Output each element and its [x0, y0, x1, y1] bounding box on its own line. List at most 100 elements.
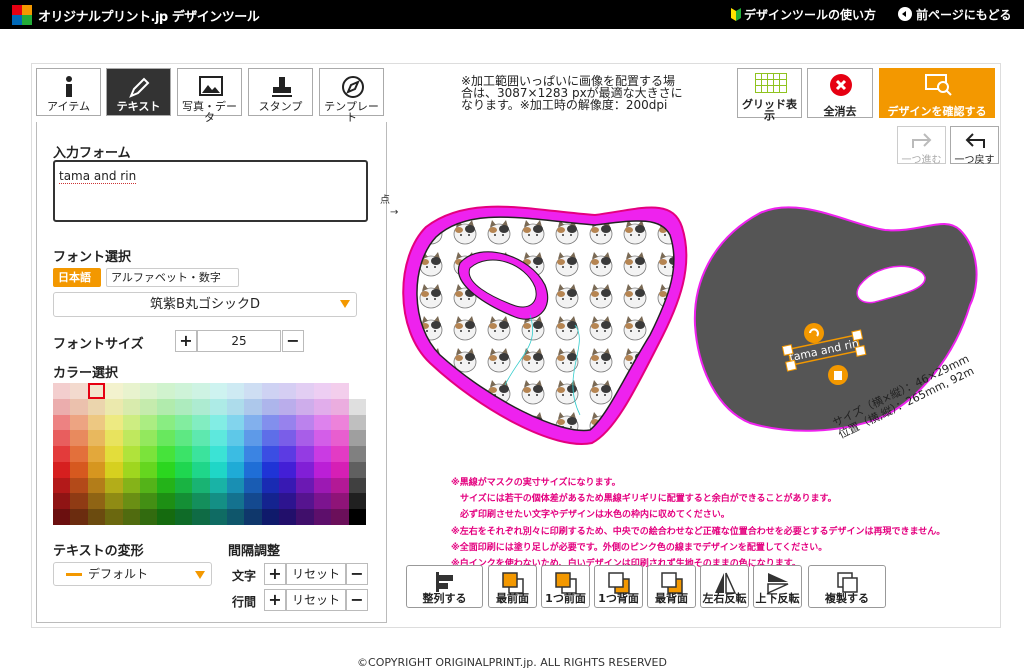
color-swatch[interactable] [70, 446, 89, 463]
color-swatch[interactable] [192, 383, 210, 400]
flip-vertical-button[interactable]: 上下反転 [753, 565, 802, 608]
tab-stamp[interactable]: スタンプ [248, 68, 313, 116]
color-swatch[interactable] [174, 446, 193, 463]
color-swatch[interactable] [279, 446, 297, 463]
color-swatch[interactable] [244, 461, 263, 479]
color-swatch[interactable] [139, 493, 158, 510]
color-swatch[interactable] [244, 493, 263, 510]
color-swatch[interactable] [296, 477, 315, 494]
color-swatch[interactable] [296, 398, 315, 416]
color-swatch[interactable] [174, 461, 193, 479]
color-swatch[interactable] [122, 477, 141, 494]
color-swatch[interactable] [296, 383, 315, 400]
color-swatch[interactable] [261, 461, 280, 479]
color-swatch[interactable] [261, 446, 280, 463]
design-canvas[interactable]: 点 → tama and rin サイズ（横×縦）：46×29mm 位置（横,縦… [380, 185, 1024, 455]
howto-link[interactable]: デザインツールの使い方 [744, 6, 876, 23]
color-swatch[interactable] [209, 461, 228, 479]
color-swatch[interactable] [139, 383, 158, 400]
color-swatch[interactable] [331, 383, 350, 400]
color-swatch[interactable] [348, 398, 367, 416]
tab-item[interactable]: アイテム [36, 68, 101, 116]
color-swatch[interactable] [157, 493, 176, 510]
color-swatch[interactable] [87, 509, 106, 526]
color-swatch[interactable] [87, 461, 106, 479]
char-spacing-plus[interactable]: + [264, 563, 286, 585]
color-swatch[interactable] [53, 446, 71, 463]
color-swatch[interactable] [139, 398, 158, 416]
color-swatch[interactable] [261, 493, 280, 510]
color-swatch[interactable] [226, 461, 245, 479]
color-swatch[interactable] [226, 383, 245, 400]
color-swatch[interactable] [348, 477, 367, 494]
color-swatch[interactable] [105, 509, 124, 526]
line-spacing-minus[interactable]: − [346, 589, 368, 611]
color-swatch[interactable] [331, 509, 350, 526]
color-swatch[interactable] [157, 461, 176, 479]
color-swatch[interactable] [174, 430, 193, 447]
color-swatch[interactable] [261, 398, 280, 416]
resize-handle[interactable] [854, 345, 867, 357]
color-swatch[interactable] [157, 383, 176, 400]
tab-text[interactable]: テキスト [106, 68, 171, 116]
clear-all-button[interactable]: 全消去 [807, 68, 873, 118]
color-swatch[interactable] [192, 414, 210, 431]
color-swatch[interactable] [226, 398, 245, 416]
color-swatch[interactable] [174, 414, 193, 431]
color-swatch[interactable] [174, 398, 193, 416]
color-swatch[interactable] [87, 398, 106, 416]
color-swatch[interactable] [279, 383, 297, 400]
color-swatch[interactable] [192, 509, 210, 526]
color-swatch[interactable] [313, 398, 332, 416]
color-swatch[interactable] [313, 493, 332, 510]
color-swatch[interactable] [70, 414, 89, 431]
font-alphabet-button[interactable]: アルファベット・数字 [106, 268, 239, 287]
color-swatch[interactable] [348, 509, 367, 526]
color-swatch[interactable] [209, 446, 228, 463]
tab-photo[interactable]: 写真・データ [177, 68, 242, 123]
color-swatch[interactable] [244, 446, 263, 463]
color-swatch[interactable] [174, 493, 193, 510]
color-swatch[interactable] [105, 430, 124, 447]
color-swatch[interactable] [279, 477, 297, 494]
color-swatch[interactable] [174, 509, 193, 526]
color-swatch[interactable] [122, 446, 141, 463]
color-swatch[interactable] [174, 477, 193, 494]
grid-button[interactable]: グリッド表示 [737, 68, 802, 121]
color-swatch[interactable] [53, 383, 71, 400]
color-swatch[interactable] [296, 430, 315, 447]
color-swatch[interactable] [122, 398, 141, 416]
confirm-design-button[interactable]: デザインを確認する [879, 68, 995, 118]
color-swatch[interactable] [296, 461, 315, 479]
color-swatch[interactable] [331, 446, 350, 463]
resize-handle[interactable] [781, 344, 794, 356]
color-swatch[interactable] [192, 477, 210, 494]
color-swatch[interactable] [226, 446, 245, 463]
brand-title[interactable]: オリジナルプリント.jp デザインツール [38, 6, 260, 25]
color-swatch[interactable] [348, 493, 367, 510]
color-swatch[interactable] [53, 509, 71, 526]
undo-button[interactable]: 一つ戻す [950, 126, 999, 166]
color-swatch[interactable] [70, 430, 89, 447]
color-swatch[interactable] [331, 414, 350, 431]
color-swatch[interactable] [139, 414, 158, 431]
color-swatch[interactable] [122, 493, 141, 510]
color-swatch[interactable] [192, 430, 210, 447]
color-swatch[interactable] [209, 383, 228, 400]
char-spacing-reset[interactable]: リセット [286, 563, 346, 585]
color-swatch[interactable] [70, 493, 89, 510]
color-swatch[interactable] [192, 446, 210, 463]
color-swatch[interactable] [279, 414, 297, 431]
color-swatch[interactable] [157, 414, 176, 431]
color-swatch[interactable] [139, 430, 158, 447]
color-swatch[interactable] [296, 414, 315, 431]
bring-forward-button[interactable]: 1つ前面 [541, 565, 590, 608]
color-swatch[interactable] [313, 446, 332, 463]
line-spacing-plus[interactable]: + [264, 589, 286, 611]
color-swatch[interactable] [226, 477, 245, 494]
color-swatch[interactable] [313, 414, 332, 431]
send-to-back-button[interactable]: 最背面 [647, 565, 696, 608]
color-swatch[interactable] [261, 383, 280, 400]
color-swatch[interactable] [279, 509, 297, 526]
color-swatch[interactable] [53, 414, 71, 431]
